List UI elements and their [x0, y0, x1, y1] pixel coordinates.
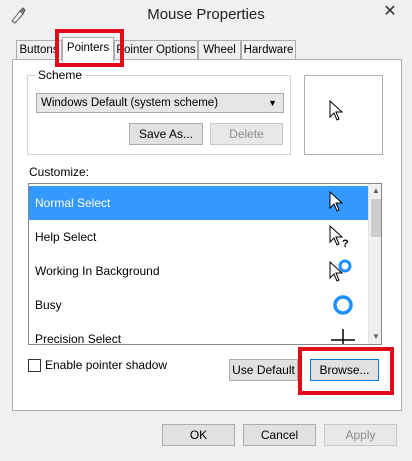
busy-cursor-icon: [333, 295, 353, 315]
save-as-button[interactable]: Save As...: [129, 123, 203, 145]
tab-hardware[interactable]: Hardware: [241, 40, 296, 60]
scroll-up-icon[interactable]: ▲: [369, 184, 381, 198]
cancel-button[interactable]: Cancel: [243, 424, 316, 446]
scroll-thumb[interactable]: [371, 199, 381, 237]
scroll-down-icon[interactable]: ▼: [369, 330, 381, 344]
list-item[interactable]: Precision Select: [29, 322, 368, 345]
use-default-button[interactable]: Use Default: [229, 359, 298, 381]
list-item[interactable]: Help Select ?: [29, 220, 368, 254]
browse-button-highlight: [298, 347, 394, 395]
list-item-label: Help Select: [35, 230, 97, 244]
scheme-dropdown[interactable]: Windows Default (system scheme) ▼: [36, 93, 284, 113]
tab-pointer-options[interactable]: Pointer Options: [114, 40, 198, 60]
list-item[interactable]: Working In Background: [29, 254, 368, 288]
svg-text:?: ?: [342, 238, 349, 250]
list-item-label: Normal Select: [35, 196, 111, 210]
window-title: Mouse Properties: [147, 6, 265, 23]
tab-wheel[interactable]: Wheel: [198, 40, 241, 60]
delete-button[interactable]: Delete: [210, 123, 283, 145]
arrow-cursor-icon: [329, 100, 344, 121]
working-cursor-icon: [329, 259, 352, 282]
list-item-label: Working In Background: [35, 264, 160, 278]
apply-button[interactable]: Apply: [324, 424, 397, 446]
arrow-cursor-icon: [329, 190, 344, 212]
crosshair-cursor-icon: [331, 329, 355, 344]
ok-button[interactable]: OK: [162, 424, 235, 446]
list-item[interactable]: Normal Select: [29, 186, 368, 220]
title-bar: Mouse Properties ✕: [0, 0, 412, 32]
chevron-down-icon: ▼: [268, 98, 277, 108]
enable-shadow-label: Enable pointer shadow: [45, 358, 168, 372]
scheme-legend: Scheme: [35, 68, 86, 82]
list-item-label: Busy: [35, 298, 62, 312]
scheme-dropdown-value: Windows Default (system scheme): [41, 97, 219, 109]
close-button[interactable]: ✕: [372, 0, 408, 26]
enable-shadow-checkbox[interactable]: [28, 359, 41, 372]
pointers-tab-highlight: [55, 29, 124, 67]
customize-label: Customize:: [29, 165, 90, 179]
help-cursor-icon: ?: [329, 224, 349, 250]
list-scrollbar[interactable]: ▲ ▼: [368, 184, 381, 344]
list-item[interactable]: Busy: [29, 288, 368, 322]
cursor-list[interactable]: Normal Select Help Select ? Working In B…: [28, 183, 382, 345]
cursor-preview: [304, 75, 383, 155]
list-item-label: Precision Select: [35, 332, 122, 345]
